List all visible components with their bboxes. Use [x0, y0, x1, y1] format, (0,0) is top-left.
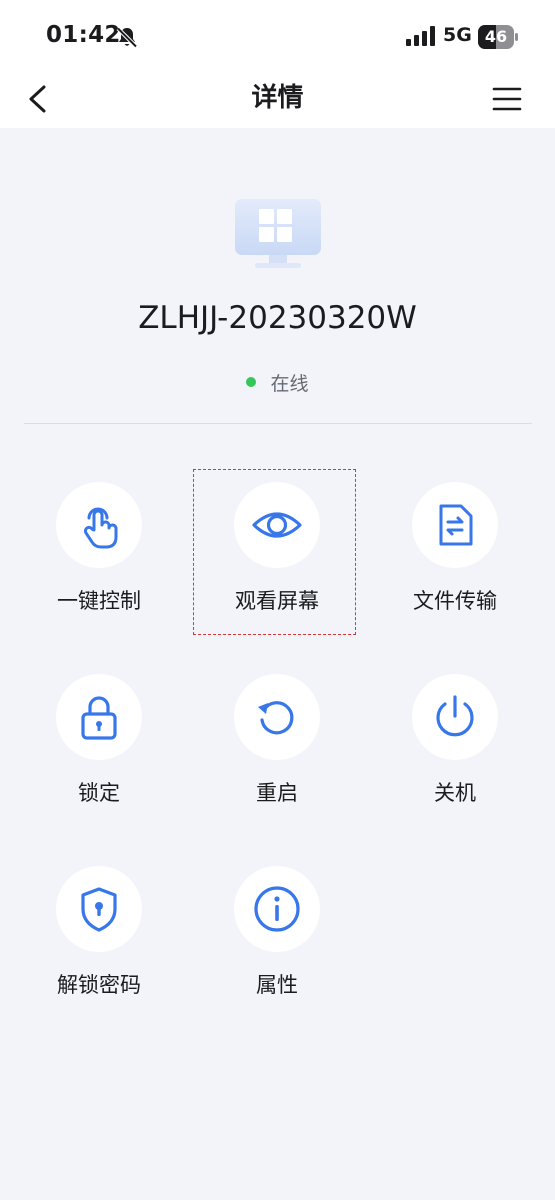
- info-icon: [254, 886, 300, 932]
- network-type: 5G: [443, 24, 472, 46]
- action-icon-container: [56, 482, 142, 568]
- action-one-click-control[interactable]: 一键控制: [14, 482, 184, 642]
- action-label: 锁定: [78, 781, 120, 805]
- action-icon-container: [234, 866, 320, 952]
- action-icon-container: [56, 866, 142, 952]
- divider: [24, 423, 532, 424]
- computer-monitor-icon: [235, 199, 321, 268]
- action-icon-container: [56, 674, 142, 760]
- device-name: ZLHJJ-20230320W: [138, 300, 417, 336]
- power-icon: [436, 695, 474, 737]
- device-status: 在线: [0, 368, 555, 396]
- online-dot-icon: [246, 377, 257, 387]
- lock-icon: [81, 696, 117, 740]
- action-icon-container: [412, 482, 498, 568]
- action-icon-container: [234, 674, 320, 760]
- action-file-transfer[interactable]: 文件传输: [370, 482, 540, 642]
- status-label: 在线: [270, 372, 309, 395]
- battery-level: 46: [484, 27, 508, 46]
- restart-icon: [258, 701, 294, 735]
- cellular-signal-icon: [406, 26, 435, 46]
- action-unlock-password[interactable]: 解锁密码: [14, 866, 184, 1026]
- action-label: 关机: [434, 781, 476, 805]
- touch-hand-icon: [83, 507, 118, 549]
- action-label: 一键控制: [57, 589, 141, 613]
- selection-highlight: [193, 469, 356, 635]
- action-label: 文件传输: [413, 589, 497, 613]
- menu-icon[interactable]: [492, 86, 522, 112]
- action-label: 重启: [256, 781, 298, 805]
- bell-muted-icon: [116, 27, 138, 48]
- action-icon-container: [412, 674, 498, 760]
- status-time: 01:42: [46, 22, 121, 48]
- action-restart[interactable]: 重启: [192, 674, 362, 834]
- action-shutdown[interactable]: 关机: [370, 674, 540, 834]
- page-title: 详情: [251, 83, 304, 113]
- action-lock[interactable]: 锁定: [14, 674, 184, 834]
- action-label: 解锁密码: [57, 973, 141, 997]
- file-transfer-icon: [439, 504, 473, 546]
- action-label: 属性: [256, 973, 298, 997]
- action-properties[interactable]: 属性: [192, 866, 362, 1026]
- shield-icon: [81, 887, 117, 932]
